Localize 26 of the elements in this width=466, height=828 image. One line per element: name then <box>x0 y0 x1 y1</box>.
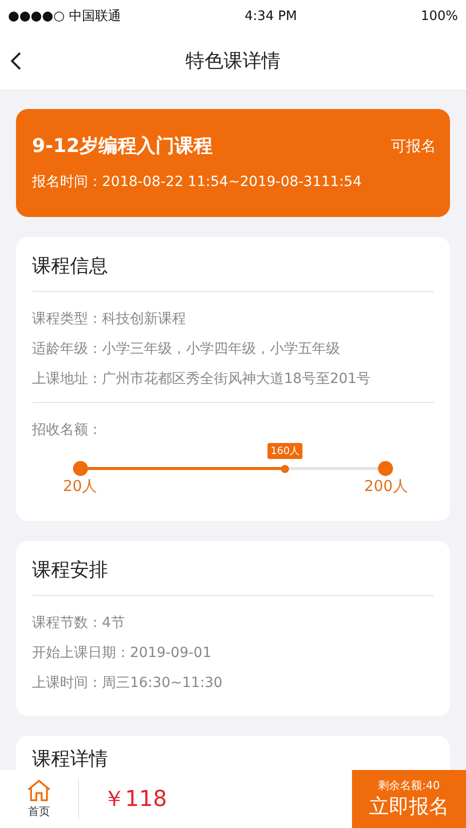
home-label[interactable]: 首页 <box>28 804 50 819</box>
page-title: 特色课详情 <box>186 49 280 74</box>
signup-time: 报名时间：2018-08-22 11:54~2019-08-3111:54 <box>32 173 363 191</box>
info-row-text: 上课地址：广州市花都区秀全街风神大道18号至201号 <box>32 370 372 389</box>
course-title: 9-12岁编程入门课程 <box>32 134 213 159</box>
schedule-row-text: 课程节数：4节 <box>32 614 126 633</box>
course-status: 可报名 <box>391 136 436 156</box>
price: ￥118 <box>103 786 168 814</box>
min-dot <box>73 461 88 476</box>
battery-label: 100% <box>420 8 458 24</box>
max-dot <box>378 461 393 476</box>
section-heading: 课程信息 <box>32 251 434 292</box>
min-label: 20人 <box>62 477 98 496</box>
schedule-row-text: 开始上课日期：2019-09-01 <box>32 644 212 663</box>
info-row-text: 课程类型：科技创新课程 <box>32 310 187 329</box>
info-row-text: 适龄年级：小学三年级，小学四年级，小学五年级 <box>32 340 341 359</box>
status-time: 4:34 PM <box>244 8 298 24</box>
quota-label: 招收名额： <box>32 421 103 440</box>
carrier-label: ●●●●○ 中国联通 <box>8 8 121 25</box>
back-icon[interactable] <box>10 51 22 71</box>
quota-thumb <box>281 464 290 472</box>
schedule-row-text: 上课时间：周三16:30~11:30 <box>32 674 224 693</box>
max-label: 200人 <box>364 477 408 496</box>
section-heading: 课程安排 <box>32 555 434 596</box>
home-icon[interactable] <box>25 779 53 802</box>
quota-value: 160人 <box>268 443 303 459</box>
